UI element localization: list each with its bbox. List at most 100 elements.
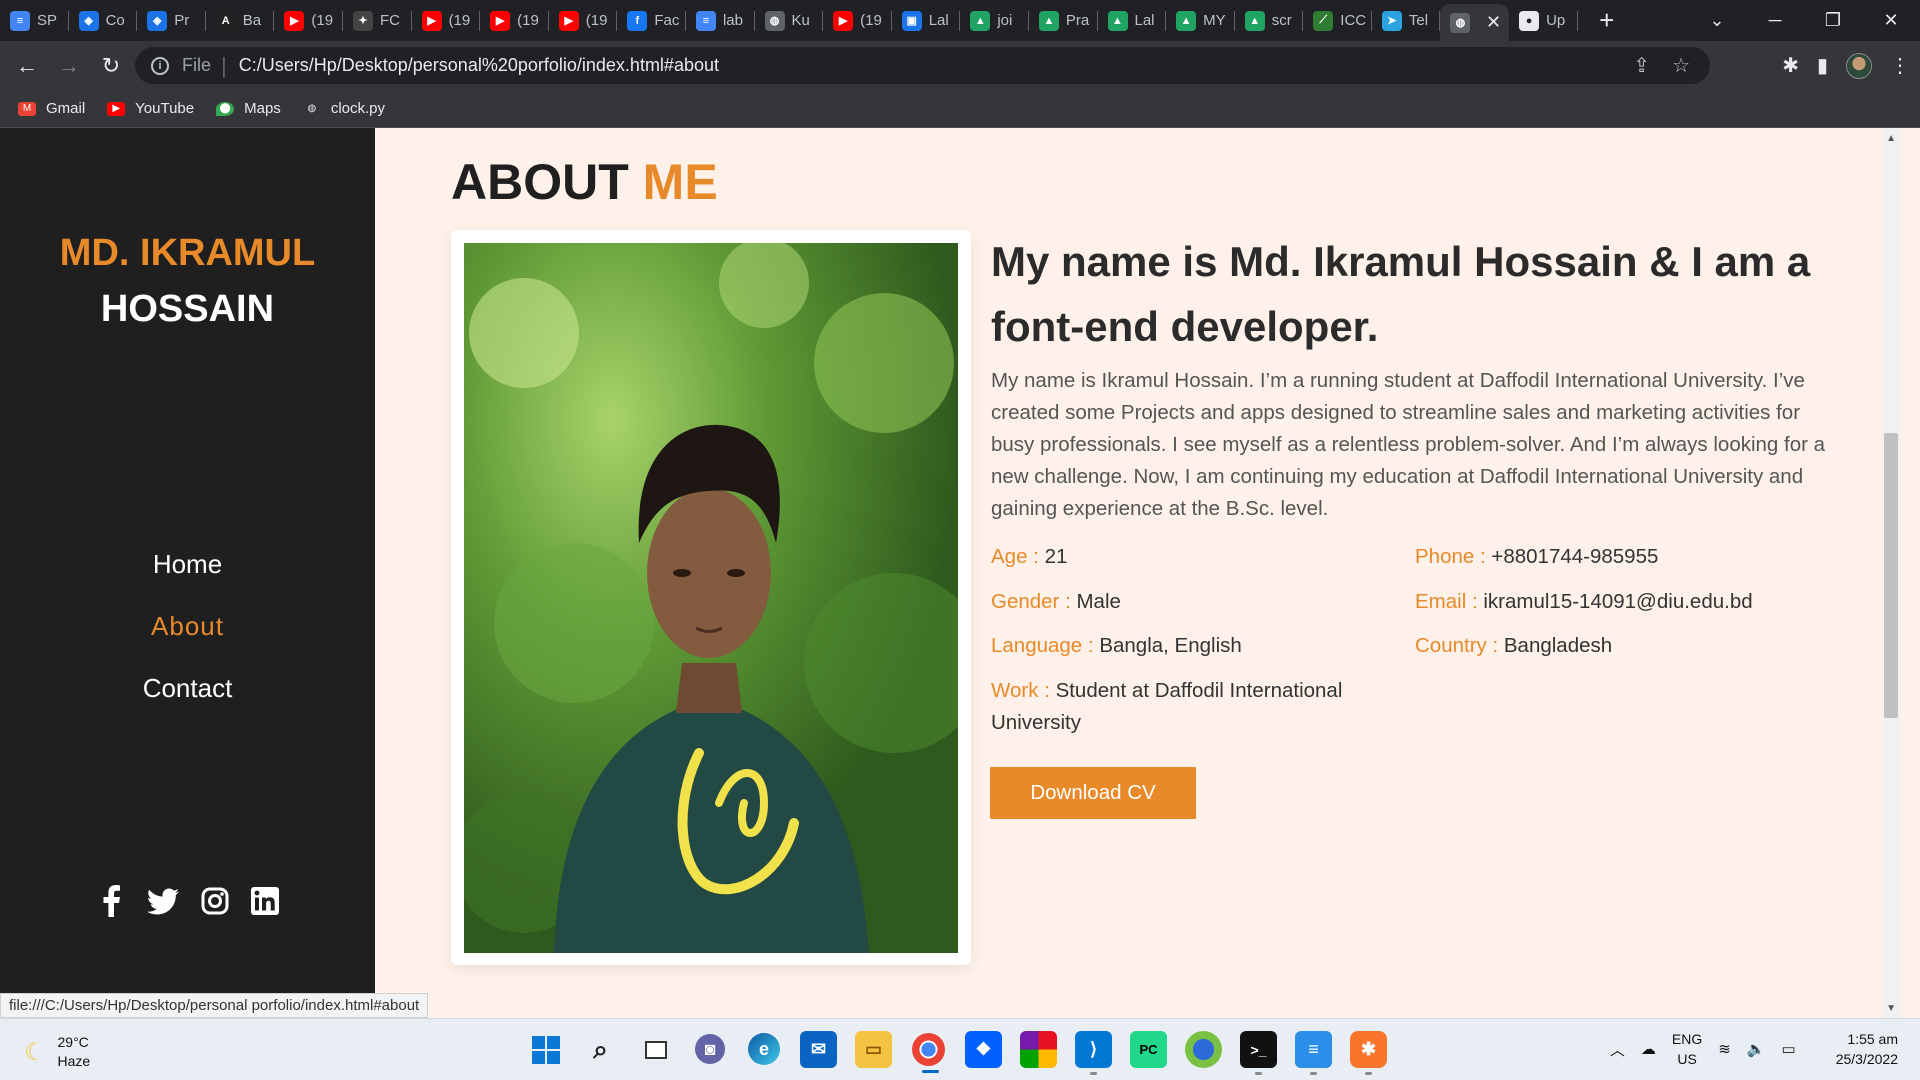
input-language[interactable]: ENG US	[1672, 1029, 1702, 1069]
globe-app-icon[interactable]	[1185, 1031, 1222, 1068]
chat-icon[interactable]: ◙	[695, 1034, 725, 1064]
browser-tab[interactable]: ▲ scr	[1235, 0, 1304, 41]
brand-first-name: MD. IKRAMUL	[59, 232, 316, 274]
show-hidden-icons-chevron-icon[interactable]: ︿	[1610, 1039, 1625, 1060]
bookmark-gmail[interactable]: M Gmail	[18, 100, 85, 117]
site-info-icon[interactable]: i	[151, 56, 169, 75]
weather-widget[interactable]: ☾ 29°C Haze	[24, 1033, 90, 1071]
browser-tab[interactable]: f Fac	[617, 0, 686, 41]
url-separator: |	[221, 52, 227, 78]
info-language: Language : Bangla, English	[991, 630, 1242, 662]
close-window-button[interactable]: ✕	[1862, 10, 1920, 31]
tab-search-icon[interactable]: ⌄	[1688, 10, 1746, 31]
bookmark-clock-py[interactable]: ◍ clock.py	[303, 100, 385, 117]
browser-tab[interactable]: ◈ Pr	[137, 0, 206, 41]
browser-tab[interactable]: ▲ joi	[960, 0, 1029, 41]
browser-tab[interactable]: ▶ (19	[480, 0, 549, 41]
menu-icon[interactable]: ⋮	[1890, 53, 1910, 78]
browser-tab[interactable]: ✦ FC	[343, 0, 412, 41]
scroll-up-arrow-icon[interactable]: ▲	[1886, 133, 1896, 144]
wifi-icon[interactable]: ≋	[1718, 1040, 1731, 1058]
browser-tab[interactable]: ▶ (19	[412, 0, 481, 41]
address-bar[interactable]: i File | C:/Users/Hp/Desktop/personal%20…	[135, 47, 1710, 84]
browser-tab[interactable]: ▲ Pra	[1029, 0, 1098, 41]
nav-contact[interactable]: Contact	[0, 657, 375, 719]
browser-tab[interactable]: ≡ SP	[0, 0, 69, 41]
browser-tab[interactable]: ◈ Co	[69, 0, 138, 41]
battery-icon[interactable]: ▭	[1782, 1040, 1796, 1058]
notepad-icon[interactable]: ≡	[1295, 1031, 1332, 1075]
file-explorer-icon[interactable]: ▭	[855, 1031, 892, 1068]
facebook-icon[interactable]	[96, 885, 126, 917]
linkedin-icon[interactable]	[250, 886, 280, 916]
info-country-label: Country :	[1415, 634, 1499, 657]
toolbar-right: ✱ ▮ ⋮	[1782, 52, 1910, 79]
youtube-icon: ▶	[107, 101, 126, 116]
new-tab-button[interactable]: +	[1592, 5, 1622, 36]
pycharm-icon[interactable]: PC	[1130, 1031, 1167, 1068]
browser-tab[interactable]: ≡ lab	[686, 0, 755, 41]
tab-title: FC	[379, 12, 400, 29]
page-scrollbar[interactable]: ▲ ▼	[1882, 128, 1900, 1018]
info-age-value: 21	[1044, 545, 1068, 568]
sidebar: MD. IKRAMUL HOSSAIN Home About Contact	[0, 128, 375, 1018]
browser-tab[interactable]: ⟋ ICC	[1303, 0, 1372, 41]
side-panel-icon[interactable]: ▮	[1817, 53, 1828, 78]
task-view-icon[interactable]	[637, 1031, 674, 1068]
xampp-icon[interactable]: ✱	[1350, 1031, 1387, 1075]
cloud-icon[interactable]: ☁	[1641, 1040, 1656, 1058]
info-language-value: Bangla, English	[1099, 634, 1242, 657]
close-tab-icon[interactable]: ✕	[1486, 12, 1501, 33]
nav-about[interactable]: About	[0, 595, 375, 657]
vscode-icon[interactable]: ⟩	[1075, 1031, 1112, 1075]
tab-title: Pra	[1065, 12, 1090, 29]
minimize-button[interactable]: ─	[1746, 10, 1804, 31]
browser-tab[interactable]: ▣ Lal	[892, 0, 961, 41]
restore-button[interactable]: ❐	[1804, 10, 1862, 31]
youtube-icon: ▶	[833, 10, 854, 31]
browser-tab[interactable]: ◍ Ku	[755, 0, 824, 41]
twitter-icon[interactable]	[146, 886, 180, 916]
download-cv-button[interactable]: Download CV	[990, 767, 1196, 819]
url-text[interactable]: C:/Users/Hp/Desktop/personal%20porfolio/…	[239, 55, 719, 76]
start-button-icon[interactable]	[527, 1031, 564, 1068]
bookmark-maps[interactable]: ⬤ Maps	[216, 100, 281, 117]
search-icon[interactable]: ⌕	[582, 1031, 619, 1068]
browser-tab[interactable]: ● Up	[1509, 0, 1578, 41]
chrome-icon[interactable]	[912, 1033, 945, 1073]
browser-tab[interactable]: A Ba	[206, 0, 275, 41]
profile-avatar[interactable]	[1846, 52, 1872, 79]
info-email: Email : ikramul15-14091@diu.edu.bd	[1415, 586, 1753, 618]
browser-tab[interactable]: ▲ Lal	[1098, 0, 1167, 41]
mail-icon[interactable]: ✉	[800, 1031, 837, 1068]
scroll-down-arrow-icon[interactable]: ▼	[1886, 1003, 1896, 1014]
share-icon[interactable]: ⇪	[1633, 53, 1650, 78]
youtube-icon: ▶	[284, 10, 305, 31]
dropbox-icon[interactable]: ❖	[965, 1031, 1002, 1068]
browser-tab[interactable]: ▶ (19	[823, 0, 892, 41]
instagram-icon[interactable]	[200, 886, 230, 916]
info-phone-value: +8801744-985955	[1491, 545, 1659, 568]
info-gender-label: Gender :	[991, 590, 1071, 613]
winrar-icon[interactable]	[1020, 1031, 1057, 1068]
back-button[interactable]: ←	[8, 47, 46, 85]
edge-icon[interactable]: e	[748, 1033, 780, 1065]
extensions-icon[interactable]: ✱	[1782, 53, 1799, 78]
system-clock[interactable]: 1:55 am 25/3/2022	[1836, 1029, 1898, 1069]
moon-icon: ☾	[24, 1038, 46, 1066]
browser-tab[interactable]: ▶ (19	[274, 0, 343, 41]
forward-button[interactable]: →	[50, 47, 88, 85]
tab-active[interactable]: ◍ ✕	[1440, 4, 1510, 41]
reload-button[interactable]: ↻	[92, 47, 130, 85]
bookmark-youtube[interactable]: ▶ YouTube	[107, 100, 194, 117]
browser-tab[interactable]: ➤ Tel	[1372, 0, 1441, 41]
scroll-thumb[interactable]	[1884, 433, 1898, 718]
browser-tab[interactable]: ▶ (19	[549, 0, 618, 41]
facebook-icon: f	[627, 10, 648, 31]
profile-photo-card	[451, 230, 971, 965]
nav-home[interactable]: Home	[0, 533, 375, 595]
terminal-icon[interactable]: >_	[1240, 1031, 1277, 1075]
volume-icon[interactable]: 🔈	[1747, 1040, 1766, 1058]
browser-tab[interactable]: ▲ MY	[1166, 0, 1235, 41]
bookmark-star-icon[interactable]: ☆	[1672, 53, 1690, 78]
